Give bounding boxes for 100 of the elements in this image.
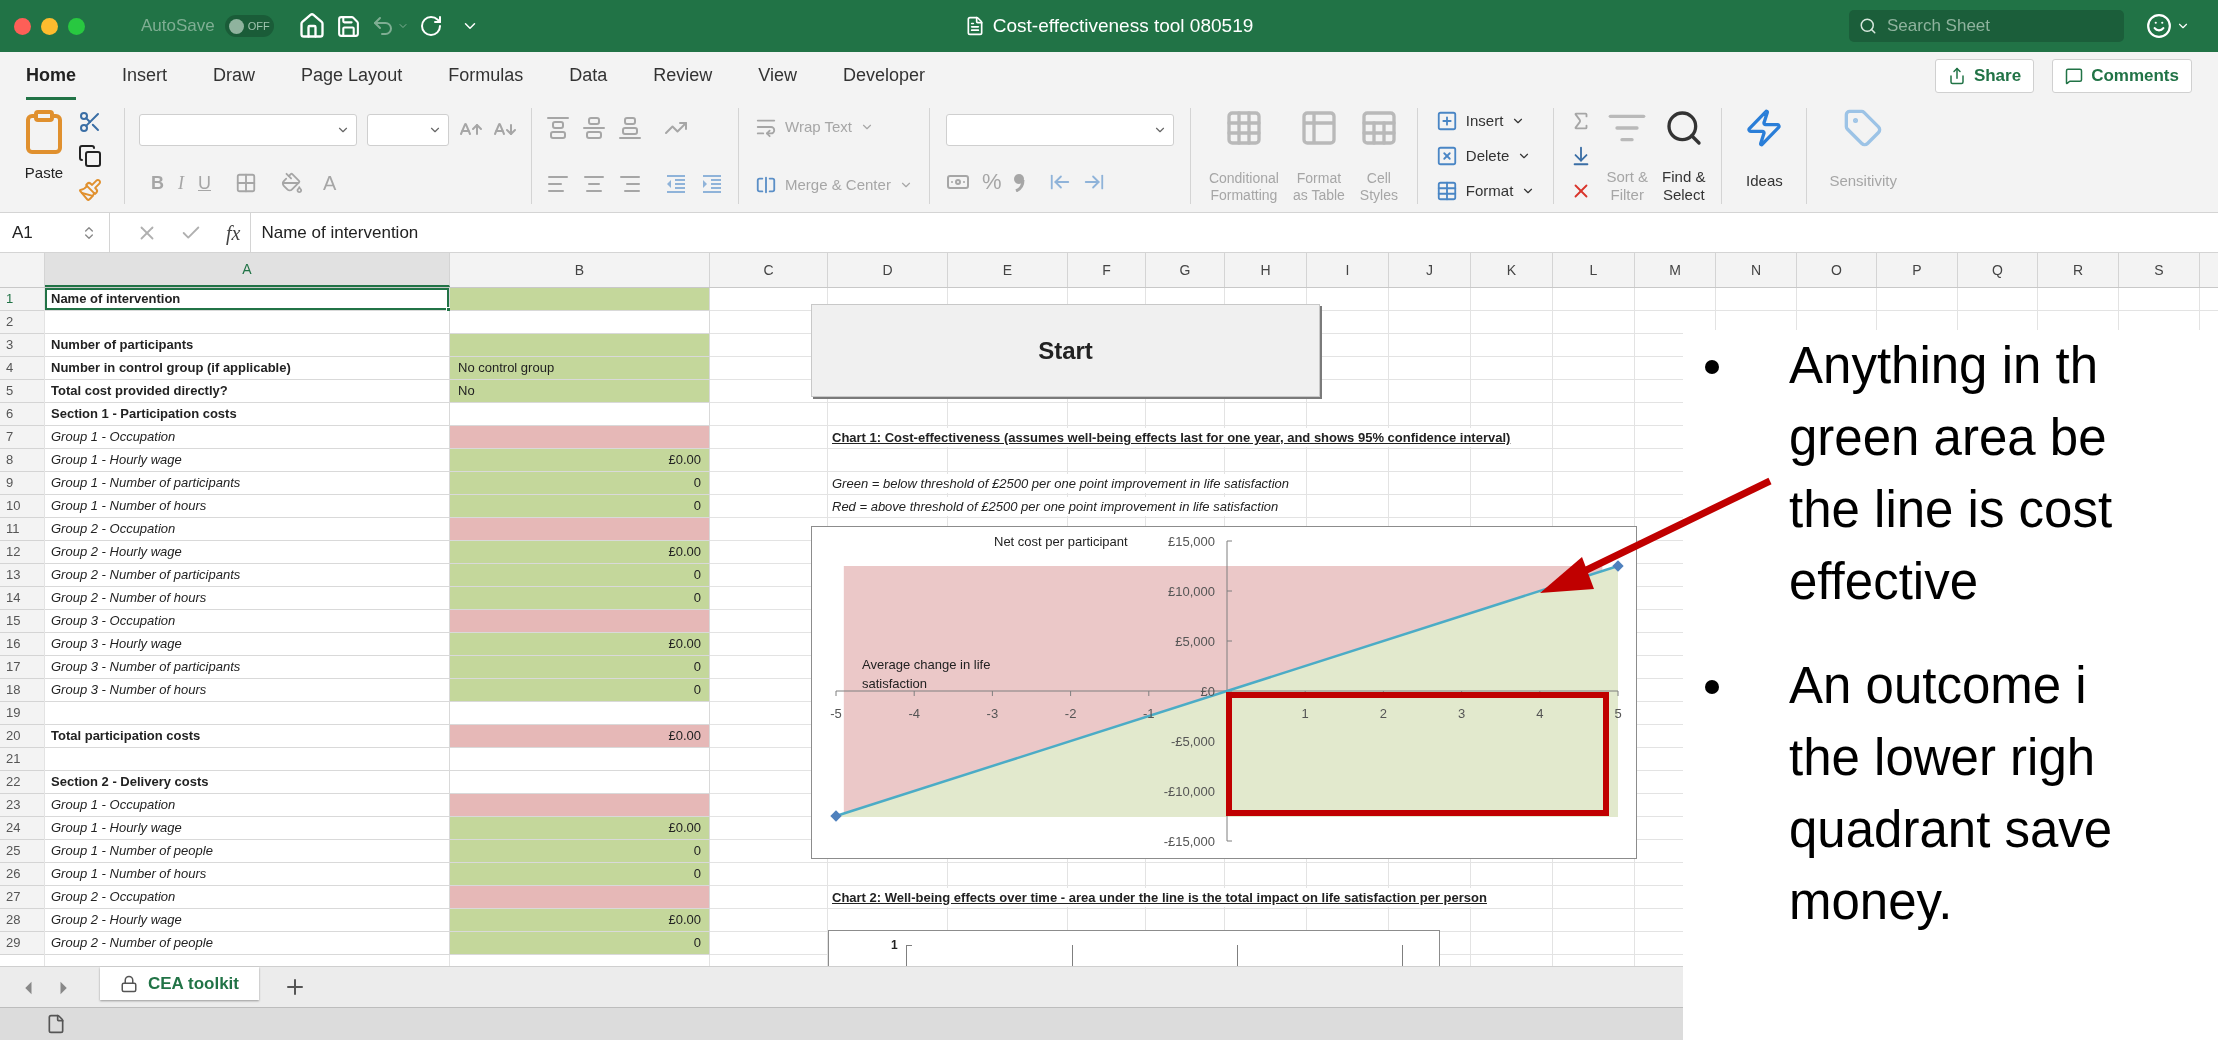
table-cell[interactable]: 0 <box>450 863 710 886</box>
table-cell[interactable]: Group 2 - Occupation <box>45 518 450 541</box>
table-cell[interactable]: Number of participants <box>45 334 450 357</box>
align-bottom-icon[interactable] <box>618 116 642 140</box>
table-cell[interactable] <box>45 748 450 771</box>
ribbon-tab[interactable]: Page Layout <box>301 48 403 100</box>
table-cell[interactable] <box>450 748 710 771</box>
cells-button[interactable]: Format <box>1435 179 1536 202</box>
align-middle-icon[interactable] <box>582 116 606 140</box>
column-header[interactable]: G <box>1146 253 1225 287</box>
ideas-button[interactable]: Ideas <box>1722 108 1808 204</box>
column-header[interactable]: F <box>1068 253 1146 287</box>
paste-button[interactable]: Paste <box>20 108 68 204</box>
column-header[interactable]: H <box>1225 253 1307 287</box>
font-size-dropdown[interactable] <box>367 114 449 146</box>
column-header[interactable]: K <box>1471 253 1553 287</box>
fill-color-icon[interactable] <box>281 172 303 194</box>
column-header[interactable]: N <box>1716 253 1797 287</box>
table-cell[interactable]: Group 2 - Number of hours <box>45 587 450 610</box>
table-cell[interactable] <box>450 702 710 725</box>
table-cell[interactable]: Group 1 - Hourly wage <box>45 817 450 840</box>
column-header[interactable]: J <box>1389 253 1471 287</box>
table-cell[interactable] <box>450 426 710 449</box>
table-cell[interactable]: £0.00 <box>450 817 710 840</box>
table-cell[interactable]: Total cost provided directly? <box>45 380 450 403</box>
insert-function-button[interactable]: fx <box>226 217 241 248</box>
table-cell[interactable] <box>450 403 710 426</box>
number-format-dropdown[interactable] <box>945 114 1174 146</box>
table-cell[interactable]: Group 3 - Number of hours <box>45 679 450 702</box>
cells-button[interactable]: Delete <box>1435 144 1536 168</box>
maximize-button[interactable] <box>68 17 85 35</box>
align-top-icon[interactable] <box>546 116 570 140</box>
comma-style-icon[interactable] <box>1013 171 1026 192</box>
table-cell[interactable]: Group 3 - Occupation <box>45 610 450 633</box>
cells-button[interactable]: Insert <box>1435 110 1536 133</box>
table-cell[interactable] <box>450 610 710 633</box>
formula-field[interactable]: Name of intervention <box>250 213 2218 252</box>
table-cell[interactable]: 0 <box>450 587 710 610</box>
table-cell[interactable]: Number in control group (if applicable) <box>45 357 450 380</box>
column-header[interactable]: E <box>948 253 1068 287</box>
sheet-tab[interactable]: CEA toolkit <box>100 967 259 1000</box>
search-field[interactable]: Search Sheet <box>1849 10 2124 42</box>
close-button[interactable] <box>14 17 31 35</box>
table-cell[interactable] <box>450 771 710 794</box>
table-cell[interactable]: £0.00 <box>450 725 710 748</box>
ribbon-tab[interactable]: View <box>758 48 797 100</box>
editing-button[interactable]: Find & Select <box>1662 108 1706 204</box>
table-cell[interactable] <box>450 518 710 541</box>
table-cell[interactable]: Total participation costs <box>45 725 450 748</box>
column-header[interactable]: L <box>1553 253 1635 287</box>
table-cell[interactable]: Group 1 - Number of people <box>45 840 450 863</box>
ribbon-tab[interactable]: Review <box>653 48 713 100</box>
table-cell[interactable]: 0 <box>450 679 710 702</box>
table-cell[interactable]: Group 1 - Occupation <box>45 426 450 449</box>
table-cell[interactable]: Group 1 - Occupation <box>45 794 450 817</box>
font-name-dropdown[interactable] <box>139 114 357 146</box>
column-header[interactable]: A <box>45 253 450 287</box>
decrease-indent-icon[interactable] <box>664 172 688 196</box>
share-button[interactable]: Share <box>1934 59 2035 93</box>
page-icon[interactable] <box>46 1014 66 1034</box>
table-cell[interactable] <box>450 311 710 334</box>
table-cell[interactable]: Group 2 - Hourly wage <box>45 541 450 564</box>
table-cell[interactable]: 0 <box>450 840 710 863</box>
ribbon-tab[interactable]: Insert <box>122 48 168 100</box>
table-cell[interactable] <box>45 702 450 725</box>
table-cell[interactable]: Group 1 - Number of hours <box>45 495 450 518</box>
table-cell[interactable] <box>450 288 710 311</box>
redo-icon[interactable] <box>418 14 443 38</box>
table-cell[interactable] <box>450 794 710 817</box>
table-cell[interactable]: 0 <box>450 472 710 495</box>
ribbon-tab[interactable]: Data <box>569 48 608 100</box>
table-cell[interactable]: Group 3 - Number of participants <box>45 656 450 679</box>
column-header[interactable]: O <box>1797 253 1877 287</box>
table-cell[interactable]: Section 1 - Participation costs <box>45 403 450 426</box>
copy-icon[interactable] <box>78 144 102 168</box>
ribbon-tab[interactable]: Draw <box>213 48 256 100</box>
autosave-toggle[interactable]: OFF <box>224 15 274 37</box>
column-header[interactable]: C <box>710 253 828 287</box>
table-cell[interactable]: No <box>450 380 710 403</box>
column-header[interactable]: S <box>2119 253 2200 287</box>
table-cell[interactable]: 0 <box>450 656 710 679</box>
table-cell[interactable]: Group 1 - Hourly wage <box>45 449 450 472</box>
comments-button[interactable]: Comments <box>2052 59 2192 93</box>
table-cell[interactable]: Group 2 - Occupation <box>45 886 450 909</box>
table-cell[interactable]: £0.00 <box>450 541 710 564</box>
save-icon[interactable] <box>335 13 361 39</box>
increase-indent-icon[interactable] <box>700 172 724 196</box>
column-header[interactable]: D <box>828 253 948 287</box>
ribbon-tab[interactable]: Developer <box>842 48 925 100</box>
table-cell[interactable]: Group 1 - Number of participants <box>45 472 450 495</box>
column-header[interactable]: P <box>1877 253 1958 287</box>
table-cell[interactable] <box>450 886 710 909</box>
table-cell[interactable]: £0.00 <box>450 909 710 932</box>
format-painter-icon[interactable] <box>78 178 102 202</box>
table-cell[interactable]: 0 <box>450 564 710 587</box>
cut-icon[interactable] <box>78 110 102 134</box>
table-cell[interactable]: 0 <box>450 932 710 955</box>
name-box[interactable]: A1 <box>0 213 110 252</box>
column-header[interactable]: M <box>1635 253 1716 287</box>
table-cell[interactable]: Group 2 - Hourly wage <box>45 909 450 932</box>
